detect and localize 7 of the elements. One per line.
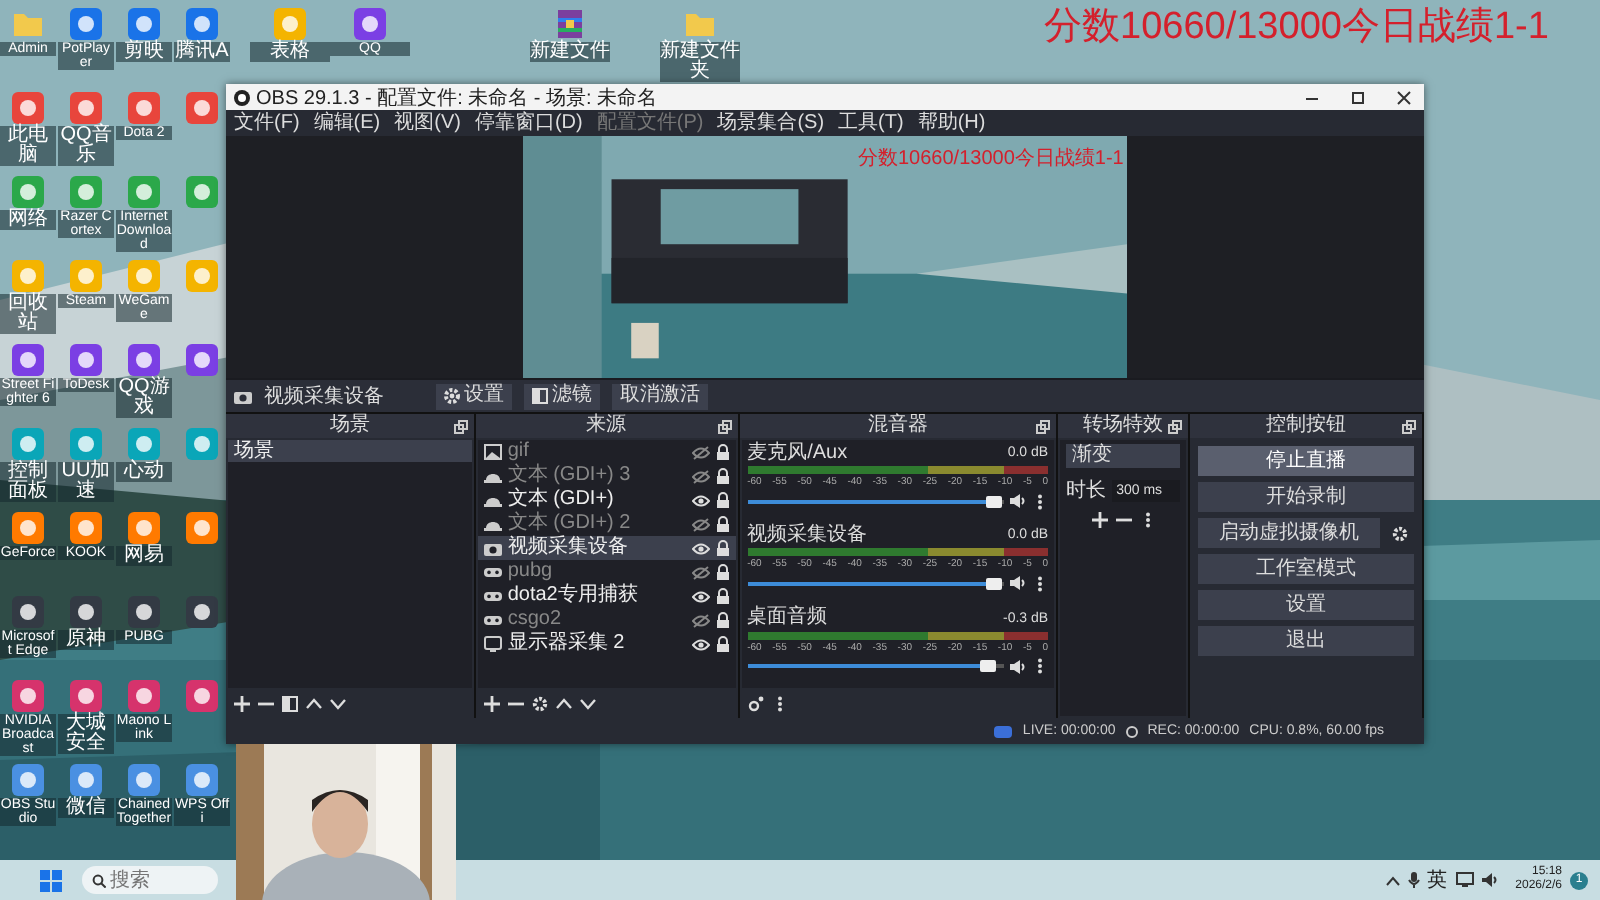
microphone-icon[interactable] (1407, 872, 1420, 888)
speaker-icon[interactable] (1481, 872, 1500, 888)
windows-icon[interactable] (40, 869, 62, 891)
language-indicator[interactable]: 英 (1427, 866, 1448, 894)
chevron-up-icon[interactable] (1385, 875, 1400, 885)
search-field[interactable]: 搜索 (82, 866, 218, 894)
monitor-icon[interactable] (1455, 872, 1474, 888)
